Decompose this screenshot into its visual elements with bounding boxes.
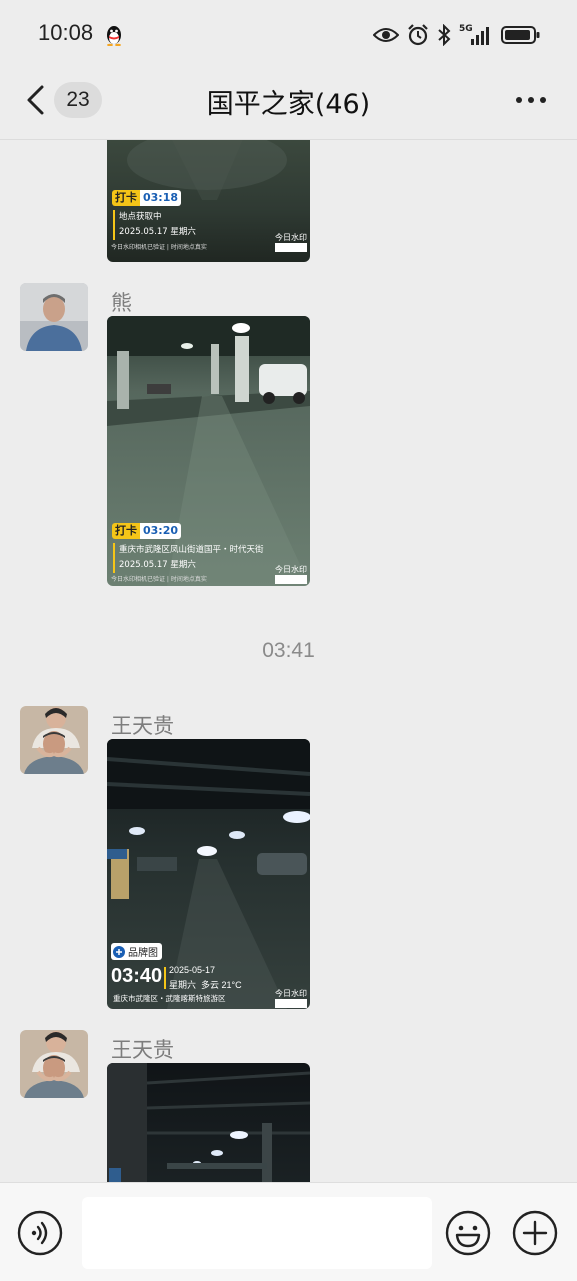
punch-time: 03:20 [140, 523, 182, 539]
signal-strength: 5G [459, 24, 493, 46]
message-image[interactable]: 品牌图 03:40 2025-05-17 星期六 多云 21°C 重庆市武隆区・… [107, 739, 310, 1009]
avatar[interactable] [20, 706, 88, 774]
emoji-icon[interactable] [445, 1210, 491, 1256]
message-input[interactable] [82, 1197, 432, 1269]
more-functions-plus-icon[interactable] [512, 1210, 558, 1256]
watermark-punch-tag: 打卡 03:18 [112, 190, 182, 206]
watermark-brand: 今日水印 [275, 989, 307, 1008]
watermark-info: 重庆市武隆区凤山街道国平・时代天街 2025.05.17 星期六 [113, 543, 264, 573]
voice-input-icon[interactable] [17, 1210, 63, 1256]
watermark-divider [164, 967, 166, 989]
watermark-location: 重庆市武隆区・武隆喀斯特旅游区 [113, 994, 226, 1003]
bluetooth-icon [438, 24, 451, 46]
sender-name: 王天贵 [111, 1038, 174, 1062]
battery-icon [501, 26, 540, 44]
watermark-punch-tag: 打卡 03:20 [112, 523, 182, 539]
watermark-brand-label: 今日水印 [275, 989, 307, 998]
more-options-icon[interactable] [515, 96, 547, 104]
message-image[interactable]: 打卡 03:20 重庆市武隆区凤山街道国平・时代天街 2025.05.17 星期… [107, 316, 310, 586]
watermark-date: 2025.05.17 星期六 [119, 560, 196, 570]
signal-bars-icon [471, 27, 489, 45]
message-list[interactable]: 打卡 03:18 地点获取中 2025.05.17 星期六 今日水印相机已验证 … [0, 140, 577, 1182]
watermark-date: 2025-05-17 [169, 965, 216, 975]
watermark-brand: 今日水印 [275, 233, 307, 252]
chat-title: 国平之家(46) [206, 89, 371, 120]
avatar-couple-icon [20, 1030, 88, 1098]
watermark-location: 地点获取中 [119, 212, 162, 222]
watermark-big-time: 03:40 [111, 965, 163, 987]
watermark-verify: 今日水印相机已验证 | 时间地点真实 [111, 244, 207, 251]
punch-label: 打卡 [112, 190, 140, 206]
watermark-brand: 今日水印 [275, 565, 307, 584]
input-bar [0, 1182, 577, 1281]
avatar[interactable] [20, 283, 88, 351]
qq-penguin-icon [107, 26, 121, 46]
watermark-brand-code [275, 575, 307, 584]
watermark-info: 地点获取中 2025.05.17 星期六 [113, 210, 196, 240]
eye-icon [373, 28, 399, 42]
brand-tag-label: 品牌图 [128, 948, 158, 959]
watermark-brand-label: 今日水印 [275, 233, 307, 242]
time-separator: 03:41 [262, 639, 315, 662]
sender-name: 熊 [111, 291, 132, 315]
message-image[interactable]: 打卡 03:18 地点获取中 2025.05.17 星期六 今日水印相机已验证 … [107, 140, 310, 262]
watermark-brand-code [275, 243, 307, 252]
watermark-weather: 星期六 多云 21°C [169, 980, 242, 990]
status-bar: 10:08 5G [0, 0, 577, 70]
watermark-brand-code [275, 999, 307, 1008]
sender-name: 王天贵 [111, 714, 174, 738]
message-image[interactable] [107, 1063, 310, 1182]
avatar[interactable] [20, 1030, 88, 1098]
watermark-verify: 今日水印相机已验证 | 时间地点真实 [111, 576, 207, 583]
parking-photo [107, 1063, 310, 1182]
avatar-man-icon [20, 283, 88, 351]
watermark-brand-label: 今日水印 [275, 565, 307, 574]
punch-label: 打卡 [112, 523, 140, 539]
punch-time: 03:18 [140, 190, 182, 206]
plus-circle-icon [113, 945, 125, 958]
status-time: 10:08 [38, 20, 94, 45]
alarm-icon [408, 24, 428, 46]
avatar-couple-icon [20, 706, 88, 774]
watermark-date: 2025.05.17 星期六 [119, 227, 196, 237]
chat-header: 23 国平之家(46) [0, 70, 577, 140]
watermark-location: 重庆市武隆区凤山街道国平・时代天街 [119, 545, 264, 555]
watermark-brand-tag: 品牌图 [111, 943, 162, 960]
